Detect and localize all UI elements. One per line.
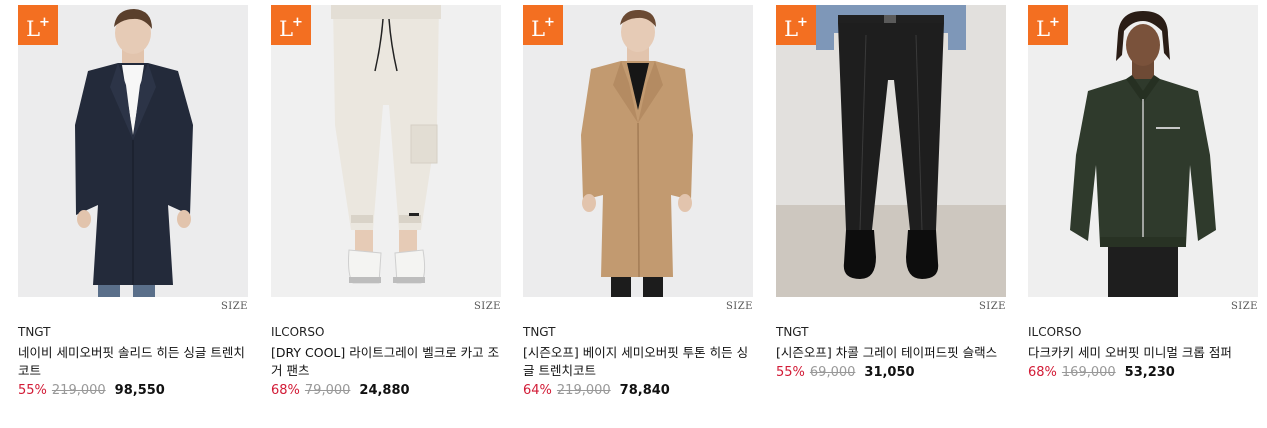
product-image[interactable]: L+ [18,5,248,297]
product-price: 64% 219,000 78,840 [523,383,753,401]
discount-rate: 68% [1028,365,1057,380]
product-card[interactable]: L+ SIZE TNGT [시즌오프] 베이지 세미오버핏 투톤 히든 싱글 트… [523,5,753,401]
product-image[interactable]: L+ [271,5,501,297]
original-price: 169,000 [1061,365,1116,380]
original-price: 219,000 [556,383,611,398]
product-price: 68% 79,000 24,880 [271,383,501,401]
discount-rate: 64% [523,383,552,398]
product-image[interactable]: L+ [776,5,1006,297]
size-label[interactable]: SIZE [726,301,753,312]
lplus-badge-icon: L+ [776,5,816,45]
discount-rate: 68% [271,383,300,398]
size-label[interactable]: SIZE [1231,301,1258,312]
discount-rate: 55% [18,383,47,398]
discount-rate: 55% [776,365,805,380]
sale-price: 78,840 [619,383,670,398]
product-image[interactable]: L+ [523,5,753,297]
product-brand: ILCORSO [1028,325,1082,339]
product-card[interactable]: L+ SIZE TNGT 네이비 세미오버핏 솔리드 히든 싱글 트렌치코트 5… [18,5,248,401]
product-image[interactable]: L+ [1028,5,1258,297]
sale-price: 24,880 [359,383,410,398]
lplus-badge-icon: L+ [271,5,311,45]
product-grid: L+ SIZE TNGT 네이비 세미오버핏 솔리드 히든 싱글 트렌치코트 5… [0,0,1267,428]
product-card[interactable]: L+ SIZE TNGT [시즌오프] 차콜 그레이 테이퍼드핏 슬랙스 55%… [776,5,1006,383]
lplus-badge-icon: L+ [18,5,58,45]
product-price: 55% 219,000 98,550 [18,383,248,401]
product-name[interactable]: [DRY COOL] 라이트그레이 벨크로 카고 조거 팬츠 [271,344,501,380]
product-brand: TNGT [18,325,51,339]
original-price: 69,000 [809,365,856,380]
lplus-badge-icon: L+ [1028,5,1068,45]
product-price: 55% 69,000 31,050 [776,365,1006,383]
product-card[interactable]: L+ SIZE ILCORSO 다크카키 세미 오버핏 미니멀 크롭 점퍼 68… [1028,5,1258,383]
product-name[interactable]: 네이비 세미오버핏 솔리드 히든 싱글 트렌치코트 [18,344,248,380]
product-brand: TNGT [776,325,809,339]
sale-price: 31,050 [864,365,915,380]
product-brand: ILCORSO [271,325,325,339]
product-name[interactable]: [시즌오프] 차콜 그레이 테이퍼드핏 슬랙스 [776,344,1006,362]
product-name[interactable]: [시즌오프] 베이지 세미오버핏 투톤 히든 싱글 트렌치코트 [523,344,753,380]
product-card[interactable]: L+ SIZE ILCORSO [DRY COOL] 라이트그레이 벨크로 카고… [271,5,501,401]
size-label[interactable]: SIZE [474,301,501,312]
product-price: 68% 169,000 53,230 [1028,365,1258,383]
original-price: 219,000 [51,383,106,398]
product-brand: TNGT [523,325,556,339]
original-price: 79,000 [304,383,351,398]
size-label[interactable]: SIZE [221,301,248,312]
lplus-badge-icon: L+ [523,5,563,45]
product-name[interactable]: 다크카키 세미 오버핏 미니멀 크롭 점퍼 [1028,344,1258,362]
sale-price: 53,230 [1124,365,1175,380]
size-label[interactable]: SIZE [979,301,1006,312]
sale-price: 98,550 [114,383,165,398]
